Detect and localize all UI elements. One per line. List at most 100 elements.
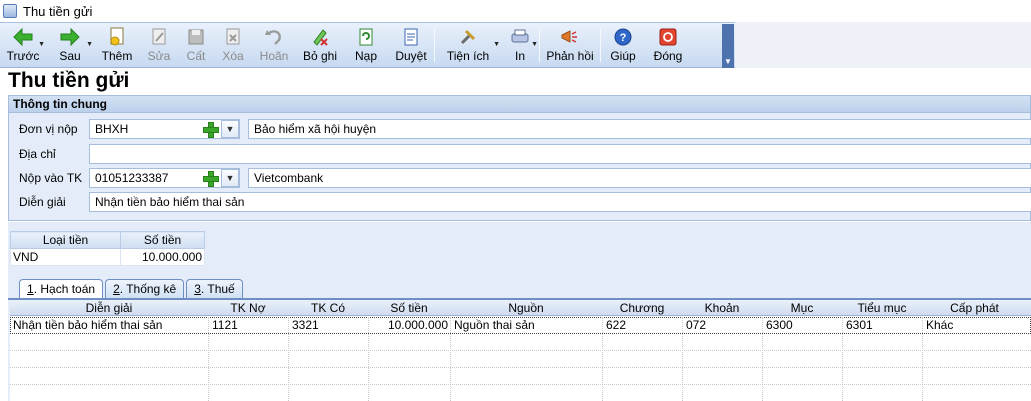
tools-icon: [458, 27, 478, 47]
grid-header-cell[interactable]: Mục: [762, 301, 842, 315]
tab-tax[interactable]: 3. Thuế: [186, 279, 243, 299]
prev-button[interactable]: Trước ▼: [0, 23, 46, 67]
grid-cell[interactable]: 1121: [212, 318, 238, 332]
print-icon: [510, 27, 530, 47]
save-button[interactable]: Cất: [178, 23, 214, 67]
grid-divider: [762, 317, 763, 401]
chevron-down-icon[interactable]: ▼: [86, 41, 93, 48]
grid-divider: [208, 317, 209, 401]
address-row: Địa chỉ: [9, 144, 1031, 164]
table-row[interactable]: [10, 351, 1031, 368]
page-title: Thu tiền gửi: [8, 69, 130, 92]
help-icon: ?: [613, 27, 633, 47]
grid-header-cell[interactable]: Chương: [602, 301, 682, 315]
chevron-down-icon[interactable]: ▼: [221, 120, 239, 138]
grid-divider: [682, 317, 683, 401]
approve-button[interactable]: Duyệt: [388, 23, 434, 67]
edit-button[interactable]: Sửa: [140, 23, 178, 67]
table-row[interactable]: [10, 368, 1031, 385]
grid-header-cell[interactable]: Khoản: [682, 301, 762, 315]
unpost-icon: [310, 27, 330, 47]
defer-button[interactable]: Hoãn: [252, 23, 296, 67]
print-button[interactable]: In ▼: [501, 23, 539, 67]
group-title: Thông tin chung: [9, 96, 1030, 113]
chevron-down-icon[interactable]: ▼: [38, 41, 45, 48]
toolbar-empty-area: [735, 22, 1031, 68]
grid-cell[interactable]: 622: [606, 318, 626, 332]
reload-icon: [356, 27, 376, 47]
address-label: Địa chỉ: [19, 147, 56, 161]
close-icon: [658, 27, 678, 47]
toolbar-overflow-button[interactable]: ▼: [722, 24, 734, 68]
window-title: Thu tiền gửi: [23, 3, 93, 19]
grid-cell[interactable]: 10.000.000: [370, 318, 448, 332]
feedback-button[interactable]: Phản hồi: [540, 23, 600, 67]
arrow-right-icon: [60, 27, 80, 47]
general-info-group: Thông tin chung Đơn vị nộp BHXH ▼ Bảo hi…: [8, 95, 1031, 221]
app-icon: [3, 4, 17, 18]
unpost-button[interactable]: Bỏ ghi: [296, 23, 344, 67]
currency-amount-cell[interactable]: 10.000.000: [120, 248, 205, 266]
chevron-down-icon[interactable]: ▼: [531, 41, 538, 48]
svg-text:?: ?: [620, 32, 627, 44]
add-account-icon[interactable]: [202, 170, 219, 187]
delete-icon: [223, 27, 243, 47]
grid-divider: [368, 317, 369, 401]
grid-cell[interactable]: 3321: [292, 318, 319, 332]
bank-name-input[interactable]: Vietcombank: [248, 168, 1031, 188]
address-input[interactable]: [89, 144, 1031, 164]
grid-header-cell[interactable]: Tiểu mục: [842, 301, 922, 315]
grid-header-cell[interactable]: TK Có: [288, 301, 368, 315]
table-row[interactable]: VND 10.000.000: [10, 248, 205, 266]
undo-icon: [264, 27, 284, 47]
add-document-icon: [107, 27, 127, 47]
grid-header-cell[interactable]: Cấp phát: [922, 301, 1027, 315]
payer-label: Đơn vị nộp: [19, 122, 78, 136]
chevron-down-icon[interactable]: ▼: [493, 41, 500, 48]
help-button[interactable]: ? Giúp: [601, 23, 645, 67]
description-row: Diễn giải Nhận tiền bảo hiểm thai sản: [9, 192, 1031, 212]
tab-statistics[interactable]: 2. Thống kê: [105, 279, 185, 299]
currency-type-cell[interactable]: VND: [10, 248, 121, 266]
accounting-grid: Diễn giải TK Nợ TK Có Số tiền Nguồn Chươ…: [10, 300, 1031, 401]
grid-cell[interactable]: Khác: [926, 318, 953, 332]
tab-accounting[interactable]: 1. Hạch toán: [19, 279, 104, 300]
grid-cell[interactable]: 6300: [766, 318, 793, 332]
add-payer-icon[interactable]: [202, 121, 219, 138]
title-bar: Thu tiền gửi: [0, 0, 1031, 22]
deposit-account-label: Nộp vào TK: [19, 171, 83, 185]
arrow-left-icon: [13, 27, 33, 47]
grid-divider: [288, 317, 289, 401]
grid-divider: [602, 317, 603, 401]
grid-header-cell[interactable]: Diễn giải: [10, 301, 208, 315]
close-button[interactable]: Đóng: [645, 23, 691, 67]
next-button[interactable]: Sau ▼: [46, 23, 94, 67]
reload-button[interactable]: Nạp: [344, 23, 388, 67]
payer-name-input[interactable]: Bảo hiểm xã hội huyện: [248, 119, 1031, 139]
grid-header-cell[interactable]: Nguồn: [450, 301, 602, 315]
feedback-icon: [560, 27, 580, 47]
delete-button[interactable]: Xóa: [214, 23, 252, 67]
table-row[interactable]: [10, 385, 1031, 401]
grid-header: Diễn giải TK Nợ TK Có Số tiền Nguồn Chươ…: [10, 300, 1031, 316]
grid-cell[interactable]: 072: [686, 318, 706, 332]
chevron-down-icon[interactable]: ▼: [221, 169, 239, 187]
tab-bar: 1. Hạch toán 2. Thống kê 3. Thuế: [19, 279, 245, 300]
description-input[interactable]: Nhận tiền bảo hiểm thai sản: [89, 192, 1031, 212]
grid-header-cell[interactable]: Số tiền: [368, 301, 450, 315]
edit-icon: [149, 27, 169, 47]
grid-divider: [922, 317, 923, 401]
toolbar: Trước ▼ Sau ▼ Thêm Sửa Cất Xóa Hoãn Bỏ g…: [0, 22, 735, 68]
currency-type-header: Loại tiền: [10, 231, 121, 249]
grid-header-cell[interactable]: TK Nợ: [208, 301, 288, 315]
grid-cell[interactable]: Nhận tiền bảo hiểm thai sản: [13, 318, 162, 332]
add-button[interactable]: Thêm: [94, 23, 140, 67]
deposit-account-row: Nộp vào TK 01051233387 ▼ Vietcombank: [9, 168, 1031, 188]
approve-icon: [401, 27, 421, 47]
grid-cell[interactable]: Nguồn thai sản: [454, 318, 535, 332]
utilities-button[interactable]: Tiện ích ▼: [435, 23, 501, 67]
table-row[interactable]: Nhận tiền bảo hiểm thai sản 1121 3321 10…: [10, 317, 1031, 334]
save-icon: [186, 27, 206, 47]
grid-cell[interactable]: 6301: [846, 318, 873, 332]
table-row[interactable]: [10, 334, 1031, 351]
